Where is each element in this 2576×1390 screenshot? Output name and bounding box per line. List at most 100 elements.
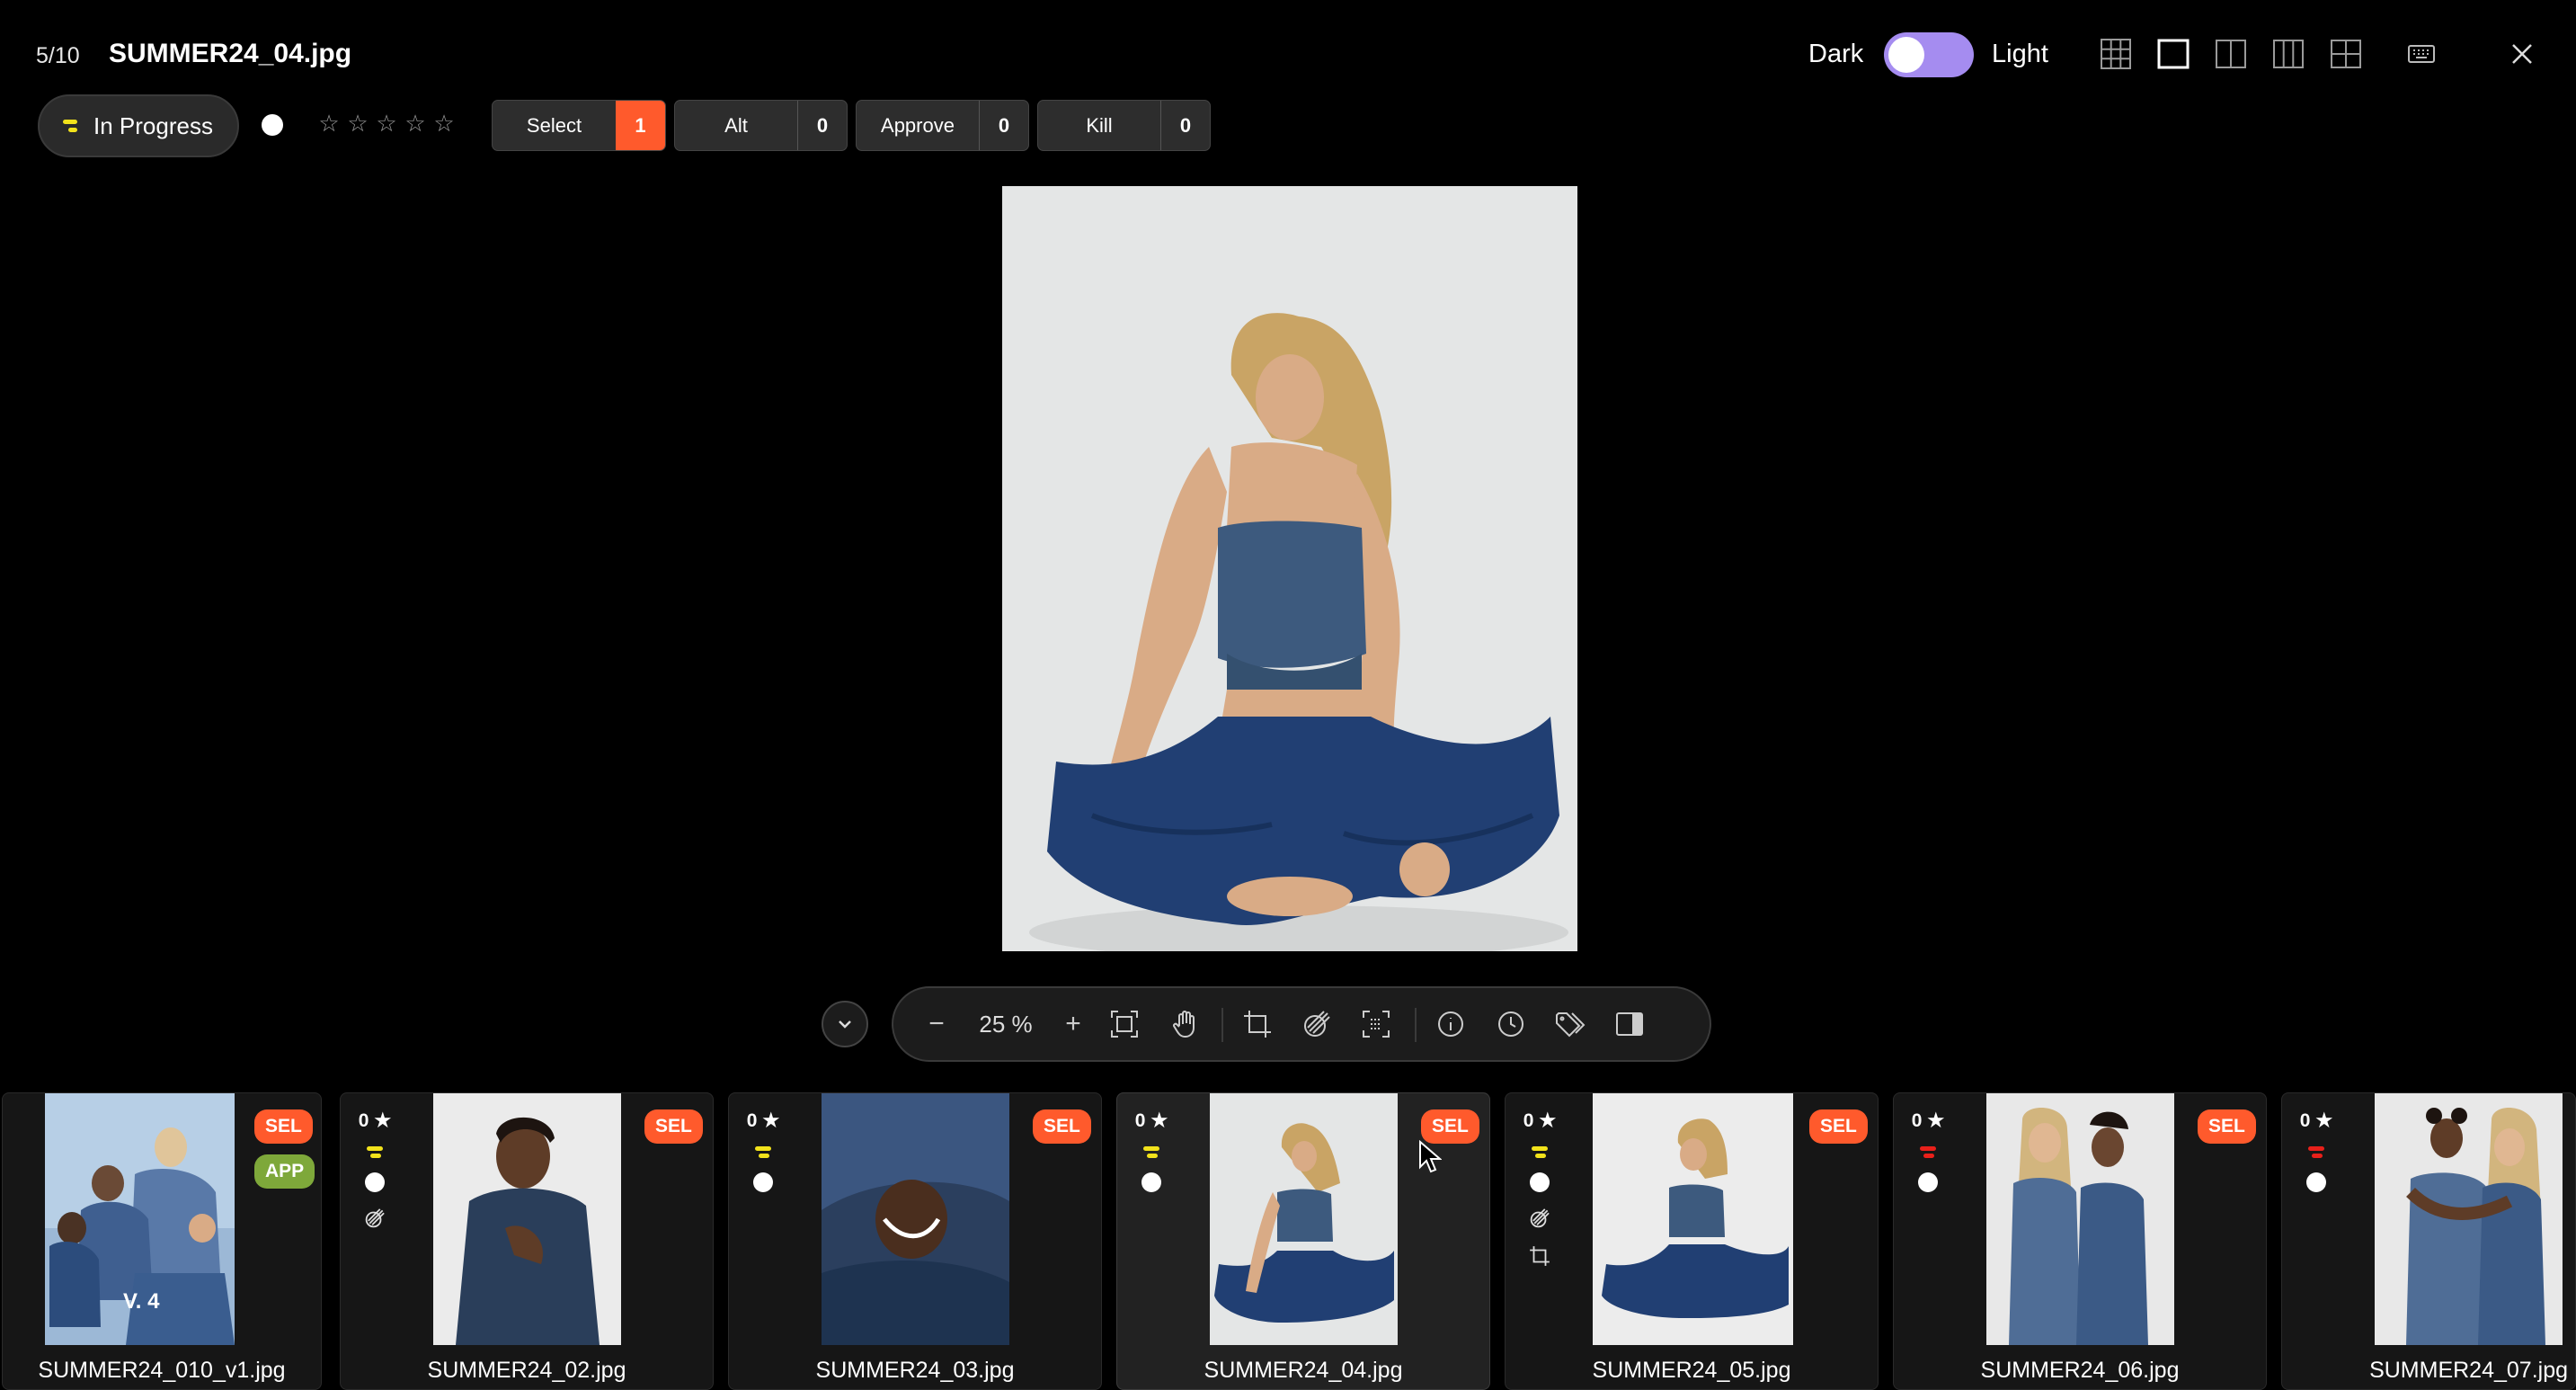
star-count: 0 ★ [2299,1109,2333,1132]
star-icon[interactable]: ☆ [346,110,369,137]
kill-vote-button[interactable]: Kill 0 [1037,100,1211,151]
main-photo-preview[interactable] [1002,186,1577,951]
status-icon [1920,1146,1936,1158]
crop-icon[interactable] [1235,988,1280,1060]
sel-badge: SEL [1421,1109,1479,1144]
star-icon[interactable]: ☆ [404,110,427,137]
status-icon [2308,1146,2324,1158]
thumbnail-filename: SUMMER24_04.jpg [1204,1358,1403,1383]
history-icon[interactable] [1488,988,1533,1060]
image-counter: 5/10 [36,43,80,68]
split-three-view-icon[interactable] [2272,38,2305,70]
focus-frame-icon[interactable] [1354,988,1399,1060]
thumbnail-meta: 0 ★ [1894,1093,1962,1354]
sel-badge: SEL [644,1109,703,1144]
star-count: 0 ★ [1911,1109,1945,1132]
mouse-cursor-icon [1419,1140,1442,1173]
image-filename: SUMMER24_04.jpg [109,39,352,68]
filmstrip-thumbnail[interactable]: 0 ★ SUMMER24_07.jpg [2281,1092,2576,1390]
retouch-icon [365,1208,385,1228]
star-icon[interactable]: ☆ [432,110,456,137]
vote-label: Kill [1086,113,1113,137]
zoom-out-button[interactable]: − [919,988,955,1060]
thumbnail-meta: 0 ★ [1506,1093,1574,1354]
vote-count: 0 [1160,101,1210,150]
thumbnail-image [1210,1093,1398,1345]
star-icon: ★ [2315,1110,2333,1131]
thumbnail-filename: SUMMER24_010_v1.jpg [38,1358,286,1383]
color-label-dot [1141,1172,1161,1192]
status-dropdown[interactable]: In Progress [38,94,239,157]
rating-stars[interactable]: ☆ ☆ ☆ ☆ ☆ [317,110,456,137]
vote-label: Select [526,113,582,137]
star-icon: ★ [1539,1110,1557,1131]
star-icon[interactable]: ☆ [375,110,398,137]
thumbnail-meta: 0 ★ [341,1093,409,1354]
thumbnail-filename: SUMMER24_07.jpg [2369,1358,2568,1383]
version-label: V. 4 [123,1289,160,1314]
thumbnail-filename: SUMMER24_03.jpg [815,1358,1015,1383]
crop-icon [1530,1246,1550,1266]
status-icon [367,1146,383,1158]
star-icon: ★ [1927,1110,1945,1131]
thumbnail-meta: 0 ★ [2282,1093,2350,1354]
status-icon [1532,1146,1548,1158]
zoom-in-button[interactable]: + [1055,988,1091,1060]
compare-panel-icon[interactable] [1607,988,1652,1060]
filmstrip: V. 4 SEL APP SUMMER24_010_v1.jpg 0 ★ SEL … [0,1092,2576,1390]
tags-icon[interactable] [1548,988,1593,1060]
filmstrip-thumbnail-current[interactable]: 0 ★ SEL SUMMER24_04.jpg [1116,1092,1490,1390]
star-count: 0 ★ [358,1109,392,1132]
sel-badge: SEL [254,1109,313,1144]
vote-count: 0 [979,101,1028,150]
thumbnail-image [1986,1093,2174,1345]
retouch-icon [1530,1208,1550,1228]
star-icon[interactable]: ☆ [317,110,341,137]
thumbnail-image [822,1093,1009,1345]
alt-vote-button[interactable]: Alt 0 [674,100,848,151]
fit-screen-icon[interactable] [1102,988,1147,1060]
color-label-dot[interactable] [262,114,283,136]
star-icon: ★ [1150,1110,1168,1131]
star-count: 0 ★ [1523,1109,1557,1132]
thumbnail-image [1593,1093,1793,1345]
split-two-view-icon[interactable] [2215,38,2247,70]
toggle-knob [1888,37,1924,73]
theme-dark-label: Dark [1808,40,1864,68]
thumbnail-meta: 0 ★ [729,1093,797,1354]
color-label-dot [1918,1172,1938,1192]
select-vote-button[interactable]: Select 1 [492,100,666,151]
theme-toggle[interactable] [1884,32,1974,77]
toolbar-divider [1415,1008,1417,1042]
info-icon[interactable] [1428,988,1473,1060]
single-view-icon[interactable] [2157,38,2190,70]
sel-badge: SEL [1033,1109,1091,1144]
thumbnail-filename: SUMMER24_02.jpg [427,1358,626,1383]
vote-label: Approve [881,113,955,137]
quad-view-icon[interactable] [2330,38,2362,70]
grid-view-icon[interactable] [2100,38,2132,70]
star-count: 0 ★ [1134,1109,1168,1132]
filmstrip-thumbnail[interactable]: 0 ★ SEL SUMMER24_05.jpg [1505,1092,1879,1390]
keyboard-icon[interactable] [2405,38,2438,70]
filmstrip-thumbnail[interactable]: 0 ★ SEL SUMMER24_02.jpg [340,1092,714,1390]
hand-pan-icon[interactable] [1163,988,1208,1060]
thumbnail-filename: SUMMER24_05.jpg [1592,1358,1791,1383]
thumbnail-filename: SUMMER24_06.jpg [1980,1358,2180,1383]
filmstrip-thumbnail[interactable]: V. 4 SEL APP SUMMER24_010_v1.jpg [2,1092,322,1390]
viewer-toolbar: − 25 % + [892,986,1711,1062]
retouch-icon[interactable] [1294,988,1339,1060]
toolbar-divider [1221,1008,1223,1042]
chevron-down-icon [839,1020,851,1029]
star-icon: ★ [374,1110,392,1131]
color-label-dot [1530,1172,1550,1192]
filmstrip-thumbnail[interactable]: 0 ★ SEL SUMMER24_03.jpg [728,1092,1102,1390]
color-label-dot [2306,1172,2326,1192]
status-label: In Progress [93,111,213,139]
collapse-filmstrip-button[interactable] [822,1001,868,1047]
approve-vote-button[interactable]: Approve 0 [856,100,1029,151]
status-icon [755,1146,771,1158]
filmstrip-thumbnail[interactable]: 0 ★ SEL SUMMER24_06.jpg [1893,1092,2267,1390]
close-icon[interactable] [2506,38,2538,70]
thumbnail-meta: 0 ★ [1117,1093,1186,1354]
